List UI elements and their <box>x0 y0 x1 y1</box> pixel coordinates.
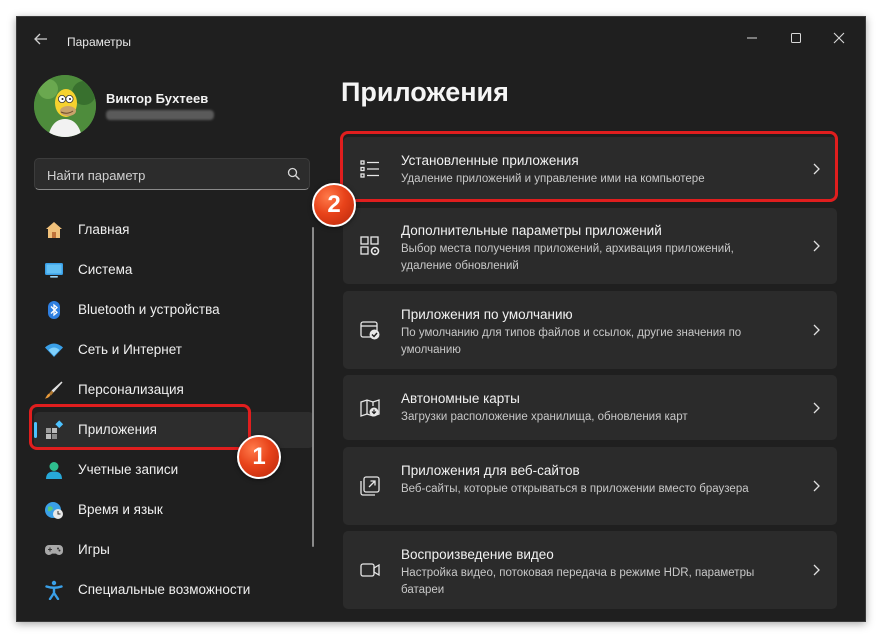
sidebar-item-network[interactable]: Сеть и Интернет <box>34 332 314 368</box>
brush-icon <box>45 381 63 399</box>
card-description: Загрузки расположение хранилища, обновле… <box>401 411 688 423</box>
title-bar: Параметры <box>17 17 865 57</box>
card-description: Выбор места получения приложений, архива… <box>401 243 734 272</box>
sidebar-item-label: Система <box>78 262 133 277</box>
map-icon <box>360 399 380 417</box>
minimize-button[interactable] <box>735 25 769 49</box>
close-icon <box>833 32 845 44</box>
account-icon <box>46 462 62 479</box>
sidebar-item-label: Игры <box>78 542 110 557</box>
chevron-right-icon <box>813 163 820 175</box>
card-title: Автономные карты <box>401 391 520 406</box>
sidebar-item-system[interactable]: Система <box>34 252 314 288</box>
card-title: Воспроизведение видео <box>401 547 554 562</box>
arrow-left-icon <box>34 33 47 45</box>
display-icon <box>45 263 63 278</box>
sidebar-item-label: Приложения <box>78 422 157 437</box>
search-box[interactable] <box>34 158 310 191</box>
sidebar-item-label: Учетные записи <box>78 462 179 477</box>
gamepad-icon <box>45 545 63 555</box>
back-button[interactable] <box>27 29 55 49</box>
settings-window: Параметры Виктор Бухтеев Найти параметр … <box>16 16 866 622</box>
minimize-icon <box>747 37 757 39</box>
sidebar-item-label: Bluetooth и устройства <box>78 302 220 317</box>
card-title: Приложения по умолчанию <box>401 307 573 322</box>
home-icon <box>46 222 62 238</box>
card-description: По умолчанию для типов файлов и ссылок, … <box>401 327 742 356</box>
chevron-right-icon <box>813 240 820 252</box>
maximize-button[interactable] <box>779 25 813 49</box>
card-title: Приложения для веб-сайтов <box>401 463 580 478</box>
search-input[interactable] <box>45 159 279 191</box>
card-apps-for-websites[interactable]: Приложения для веб-сайтов Веб-сайты, кот… <box>343 447 837 525</box>
default-apps-icon <box>360 321 380 340</box>
close-button[interactable] <box>822 25 856 49</box>
open-external-icon <box>360 476 380 496</box>
sidebar-nav: Главная Система Bluetooth и устройства С… <box>34 212 314 612</box>
avatar[interactable] <box>34 75 96 137</box>
sidebar-item-accessibility[interactable]: Специальные возможности <box>34 572 314 608</box>
maximize-icon <box>791 33 801 43</box>
sidebar-item-time-language[interactable]: Время и язык <box>34 492 314 528</box>
chevron-right-icon <box>813 564 820 576</box>
card-video-playback[interactable]: Воспроизведение видео Настройка видео, п… <box>343 531 837 609</box>
search-icon <box>287 167 300 180</box>
user-email-redacted <box>106 110 214 120</box>
card-default-apps[interactable]: Приложения по умолчанию По умолчанию для… <box>343 291 837 369</box>
sidebar-item-gaming[interactable]: Игры <box>34 532 314 568</box>
sidebar-item-personalization[interactable]: Персонализация <box>34 372 314 408</box>
sidebar-item-label: Время и язык <box>78 502 163 517</box>
video-icon <box>360 563 380 577</box>
avatar-picture <box>34 75 96 137</box>
sidebar-item-label: Специальные возможности <box>78 582 251 597</box>
user-name: Виктор Бухтеев <box>106 91 209 106</box>
callout-badge-1: 1 <box>237 435 281 479</box>
accessibility-icon <box>45 580 63 600</box>
sidebar-scrollbar[interactable] <box>312 227 314 547</box>
sidebar-item-home[interactable]: Главная <box>34 212 314 248</box>
callout-badge-2: 2 <box>312 183 356 227</box>
list-icon <box>360 160 379 178</box>
sidebar-item-label: Главная <box>78 222 130 237</box>
card-title: Установленные приложения <box>401 153 579 168</box>
page-title: Приложения <box>341 77 509 107</box>
card-description: Удаление приложений и управление ими на … <box>401 173 705 185</box>
sidebar-item-bluetooth[interactable]: Bluetooth и устройства <box>34 292 314 328</box>
globe-clock-icon <box>45 502 63 519</box>
card-installed-apps[interactable]: Установленные приложения Удаление прилож… <box>343 137 837 201</box>
card-advanced-app-settings[interactable]: Дополнительные параметры приложений Выбо… <box>343 208 837 284</box>
sidebar-item-label: Персонализация <box>78 382 184 397</box>
apps-icon <box>46 420 64 439</box>
app-title: Параметры <box>67 35 131 49</box>
chevron-right-icon <box>813 324 820 336</box>
sidebar-item-label: Сеть и Интернет <box>78 342 182 357</box>
chevron-right-icon <box>813 402 820 414</box>
bluetooth-icon <box>48 301 60 319</box>
apps-settings-icon <box>360 236 380 256</box>
card-description: Настройка видео, потоковая передача в ре… <box>401 567 755 596</box>
chevron-right-icon <box>813 480 820 492</box>
card-title: Дополнительные параметры приложений <box>401 223 662 238</box>
card-offline-maps[interactable]: Автономные карты Загрузки расположение х… <box>343 375 837 440</box>
wifi-icon <box>45 343 63 357</box>
card-description: Веб-сайты, которые открываться в приложе… <box>401 483 749 495</box>
